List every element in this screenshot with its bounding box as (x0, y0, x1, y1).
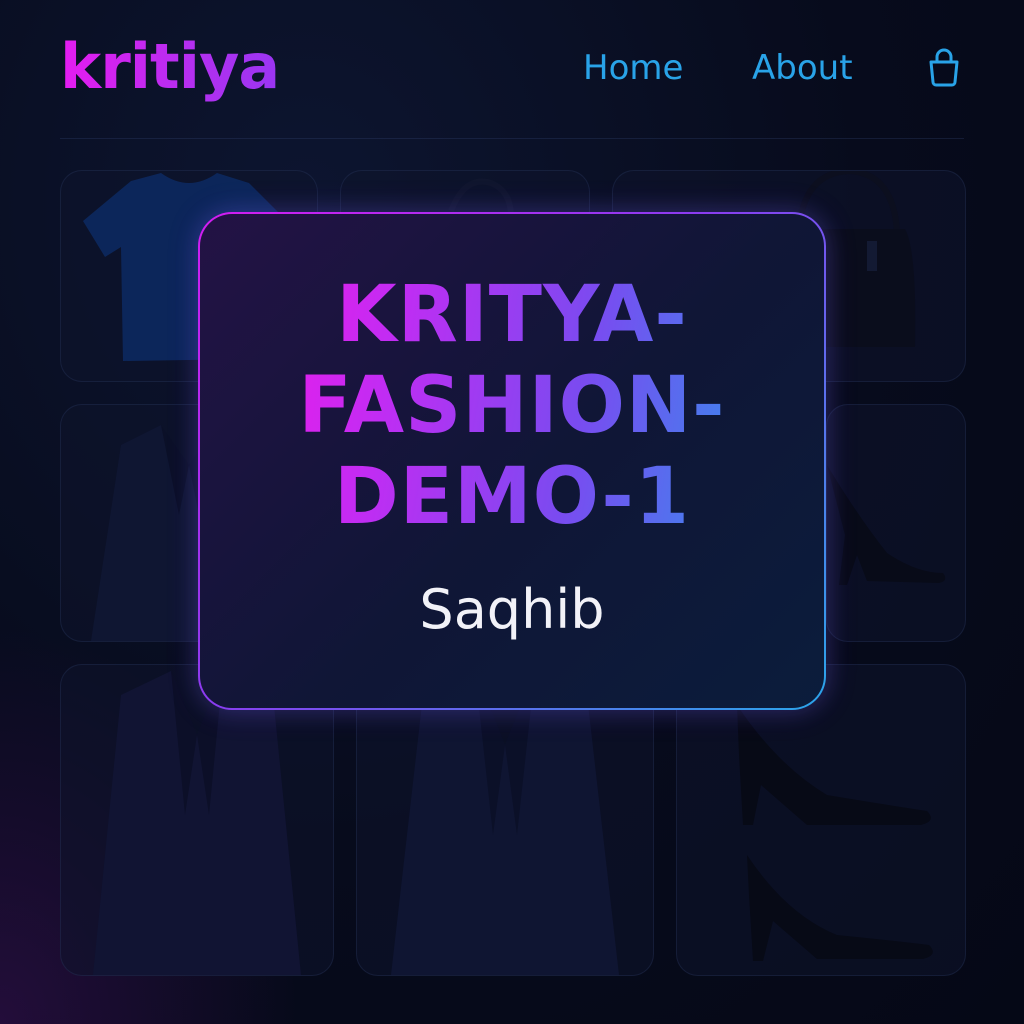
nav-link-about[interactable]: About (752, 48, 853, 88)
product-tile-heels-2[interactable] (676, 664, 966, 976)
product-tile-blazer-2[interactable] (60, 664, 334, 976)
header-divider (60, 138, 964, 139)
hero-card: KRITYA- FASHION- DEMO-1 Saqhib (198, 212, 826, 710)
high-heel-icon (737, 705, 933, 961)
hero-title: KRITYA- FASHION- DEMO-1 (200, 270, 824, 543)
hero-title-line-1: KRITYA- (336, 270, 688, 360)
product-tile-blazer-3[interactable] (356, 664, 654, 976)
hero-title-line-3: DEMO-1 (333, 452, 691, 542)
blazer-icon (391, 671, 619, 975)
blazer-icon (93, 671, 301, 975)
hero-subtitle: Saqhib (419, 578, 605, 641)
hero-card-body: KRITYA- FASHION- DEMO-1 Saqhib (200, 214, 824, 708)
high-heel-icon (827, 465, 946, 585)
shopping-bag-icon[interactable] (926, 48, 962, 88)
nav-link-home[interactable]: Home (583, 48, 683, 88)
brand-logo[interactable]: kritiya (60, 30, 280, 103)
hero-title-line-2: FASHION- (298, 361, 726, 451)
product-tile-heels-1[interactable] (826, 404, 966, 642)
